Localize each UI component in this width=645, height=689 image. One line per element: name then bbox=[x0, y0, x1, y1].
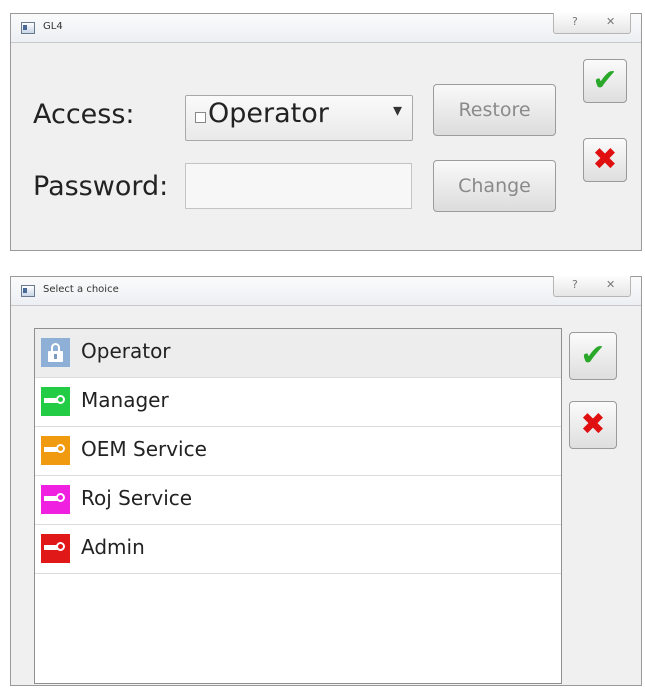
cancel-button[interactable]: ✖ bbox=[583, 138, 627, 182]
key-icon bbox=[41, 534, 70, 563]
restore-button[interactable]: Restore bbox=[433, 84, 556, 136]
x-icon: ✖ bbox=[592, 142, 618, 177]
checkmark-icon: ✔ bbox=[580, 338, 606, 373]
app-icon bbox=[21, 22, 35, 34]
list-item[interactable]: Manager bbox=[35, 378, 561, 427]
change-button[interactable]: Change bbox=[433, 160, 556, 212]
key-icon bbox=[41, 436, 70, 465]
password-field[interactable] bbox=[185, 163, 412, 209]
access-window: GL4 ? ✕ Access: Operator ▾ Restore Passw… bbox=[10, 13, 642, 251]
choice-window: Select a choice ? ✕ Operator Manager OEM S… bbox=[10, 276, 642, 686]
access-label: Access: bbox=[33, 99, 135, 130]
password-label: Password: bbox=[33, 171, 169, 202]
list-item-label: OEM Service bbox=[81, 437, 207, 461]
checkmark-icon: ✔ bbox=[592, 63, 618, 98]
title-buttons: ? ✕ bbox=[553, 13, 631, 34]
key-icon bbox=[41, 387, 70, 416]
app-icon bbox=[21, 285, 35, 297]
key-icon bbox=[41, 485, 70, 514]
item-checkbox-icon bbox=[195, 112, 206, 123]
list-item[interactable]: Operator bbox=[35, 329, 561, 378]
lock-icon bbox=[41, 338, 70, 367]
access-dropdown[interactable]: Operator ▾ bbox=[185, 95, 413, 141]
window-title: GL4 bbox=[43, 21, 63, 32]
help-button[interactable]: ? bbox=[572, 278, 578, 291]
help-button[interactable]: ? bbox=[572, 15, 578, 28]
list-item-label: Manager bbox=[81, 388, 169, 412]
window-title: Select a choice bbox=[43, 284, 119, 295]
x-icon: ✖ bbox=[580, 407, 606, 442]
list-item[interactable]: Admin bbox=[35, 525, 561, 574]
close-button[interactable]: ✕ bbox=[606, 278, 615, 291]
list-item[interactable]: Roj Service bbox=[35, 476, 561, 525]
title-buttons: ? ✕ bbox=[553, 276, 631, 297]
list-item-label: Roj Service bbox=[81, 486, 193, 510]
close-button[interactable]: ✕ bbox=[606, 15, 615, 28]
choice-list[interactable]: Operator Manager OEM Service Roj Service Adm… bbox=[34, 328, 562, 684]
choice-window-titlebar: Select a choice ? ✕ bbox=[11, 276, 641, 306]
cancel-button[interactable]: ✖ bbox=[569, 401, 617, 449]
list-item-label: Operator bbox=[81, 339, 171, 363]
ok-button[interactable]: ✔ bbox=[569, 332, 617, 380]
chevron-down-icon: ▾ bbox=[392, 100, 402, 121]
list-item-label: Admin bbox=[81, 535, 145, 559]
access-dropdown-value: Operator bbox=[208, 98, 329, 129]
list-item[interactable]: OEM Service bbox=[35, 427, 561, 476]
access-window-titlebar: GL4 ? ✕ bbox=[11, 13, 641, 43]
ok-button[interactable]: ✔ bbox=[583, 59, 627, 103]
